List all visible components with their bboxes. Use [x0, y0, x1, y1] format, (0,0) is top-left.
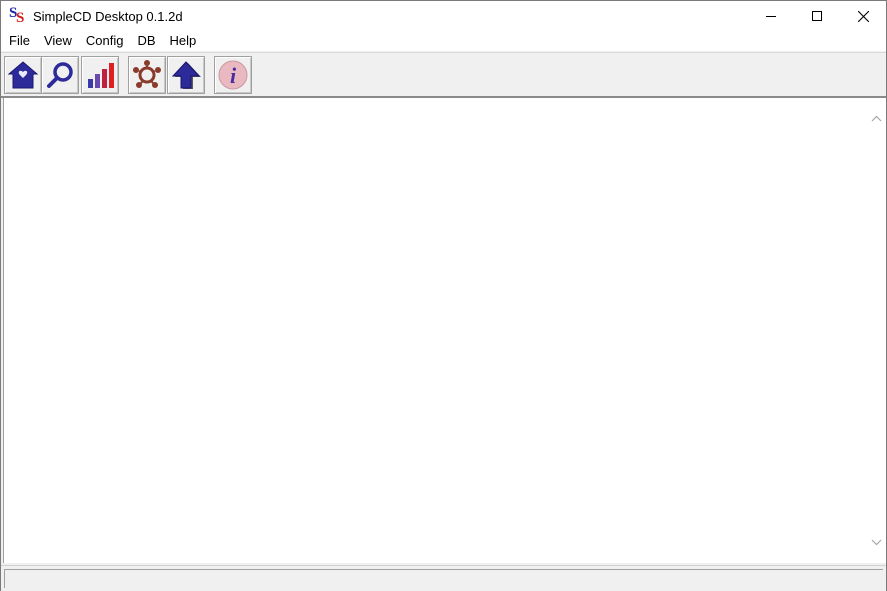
menu-config[interactable]: Config [79, 31, 131, 51]
search-icon [47, 62, 73, 88]
app-window: SS SimpleCD Desktop 0.1.2d File View Con… [0, 0, 887, 591]
status-bar [1, 565, 886, 591]
close-icon [857, 10, 869, 22]
title-bar[interactable]: SS SimpleCD Desktop 0.1.2d [1, 1, 886, 31]
search-button[interactable] [41, 56, 79, 94]
toolbar: i [1, 52, 886, 98]
upload-arrow-icon [171, 61, 201, 89]
main-content-area[interactable] [3, 98, 868, 563]
chevron-down-icon [871, 539, 882, 546]
caption-buttons [748, 1, 886, 31]
maximize-button[interactable] [794, 1, 840, 31]
statistics-button[interactable] [81, 56, 119, 94]
minimize-icon [766, 16, 776, 17]
update-button[interactable] [167, 56, 205, 94]
vertical-scrollbar[interactable] [867, 98, 886, 563]
about-button[interactable]: i [214, 56, 252, 94]
close-button[interactable] [840, 1, 886, 31]
menu-db[interactable]: DB [130, 31, 162, 51]
scroll-up-button[interactable] [867, 110, 886, 127]
home-icon [7, 61, 39, 89]
chevron-up-icon [871, 115, 882, 122]
menu-bar: File View Config DB Help [1, 31, 886, 51]
chart-icon [88, 63, 114, 88]
menu-view[interactable]: View [37, 31, 79, 51]
info-icon: i [218, 60, 248, 90]
app-logo-icon: SS [9, 5, 25, 26]
home-button[interactable] [4, 56, 42, 94]
status-text [4, 569, 883, 588]
menu-file[interactable]: File [1, 31, 37, 51]
network-icon [133, 60, 161, 88]
svg-text:i: i [230, 63, 237, 88]
menu-help[interactable]: Help [163, 31, 204, 51]
window-title: SimpleCD Desktop 0.1.2d [33, 8, 183, 24]
maximize-icon [812, 11, 822, 21]
scroll-down-button[interactable] [867, 534, 886, 551]
network-button[interactable] [128, 56, 166, 94]
minimize-button[interactable] [748, 1, 794, 31]
